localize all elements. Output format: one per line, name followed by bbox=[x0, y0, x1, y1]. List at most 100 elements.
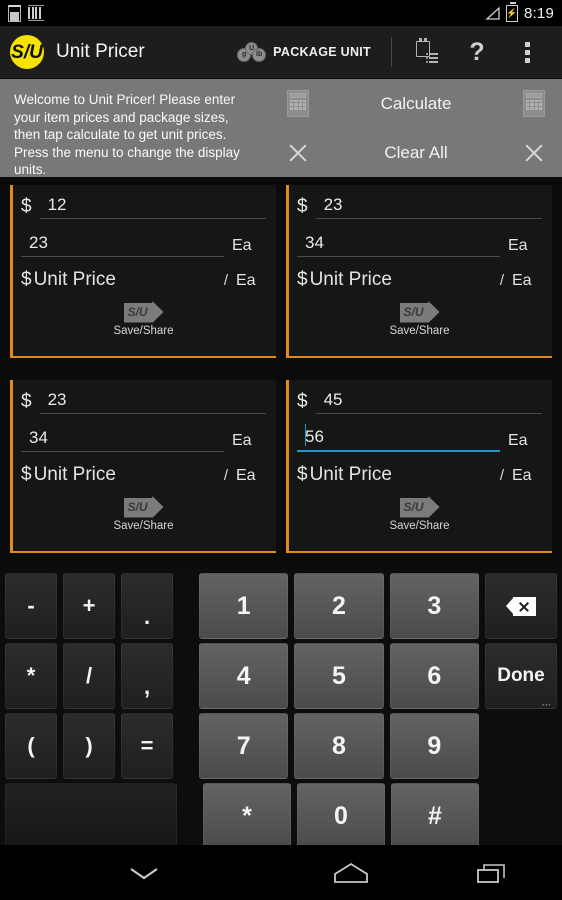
unit-price-label: Unit Price bbox=[33, 269, 116, 290]
overflow-menu-button[interactable] bbox=[502, 26, 552, 79]
unit-price-unit: Ea bbox=[236, 467, 256, 484]
size-unit-label[interactable]: Ea bbox=[508, 235, 542, 257]
keyboard-row: ( ) = 7 8 9 bbox=[5, 713, 557, 779]
item-card-grid: $ 12 23 Ea $ Unit Price / Ea S/U Save/Sh… bbox=[0, 177, 562, 553]
unit-price-row: $ Unit Price / Ea bbox=[21, 464, 266, 486]
hide-keyboard-button[interactable] bbox=[0, 864, 281, 882]
item-card[interactable]: $ 23 34 Ea $ Unit Price / Ea S/U Save/Sh… bbox=[10, 380, 276, 553]
calculate-icon-left[interactable] bbox=[270, 79, 326, 128]
divider-symbol: / bbox=[223, 272, 228, 289]
welcome-action-grid: Calculate Clear All bbox=[270, 79, 562, 177]
save-share-button[interactable]: S/U Save/Share bbox=[297, 496, 542, 532]
key-6[interactable]: 6 bbox=[389, 643, 479, 709]
key-3[interactable]: 3 bbox=[389, 573, 479, 639]
size-input[interactable]: 34 bbox=[21, 426, 224, 452]
save-share-icon-text: S/U bbox=[403, 305, 424, 319]
keyboard-spacer bbox=[485, 713, 557, 779]
package-unit-button[interactable]: g U lb PACKAGE UNIT bbox=[227, 41, 381, 63]
price-input[interactable]: 45 bbox=[315, 388, 542, 414]
keyboard-row: - + . 1 2 3 bbox=[5, 573, 557, 639]
unit-price-label: Unit Price bbox=[33, 464, 116, 485]
currency-symbol: $ bbox=[21, 464, 32, 485]
key-9[interactable]: 9 bbox=[389, 713, 479, 779]
key-7[interactable]: 7 bbox=[199, 713, 289, 779]
key-hash[interactable]: # bbox=[391, 783, 479, 849]
size-unit-label[interactable]: Ea bbox=[232, 430, 266, 452]
key-8[interactable]: 8 bbox=[294, 713, 384, 779]
unit-price-unit: Ea bbox=[512, 467, 532, 484]
size-input[interactable]: 23 bbox=[21, 231, 224, 257]
key-backspace[interactable] bbox=[484, 573, 557, 639]
price-input[interactable]: 23 bbox=[315, 193, 542, 219]
close-x-icon bbox=[524, 143, 544, 163]
calculator-icon bbox=[287, 90, 309, 117]
key-1[interactable]: 1 bbox=[199, 573, 289, 639]
currency-symbol: $ bbox=[21, 269, 32, 290]
save-share-button[interactable]: S/U Save/Share bbox=[21, 301, 266, 337]
recents-button[interactable] bbox=[422, 860, 562, 886]
more-vertical-icon bbox=[524, 41, 530, 63]
unit-price-row: $ Unit Price / Ea bbox=[21, 269, 266, 291]
saved-list-button[interactable] bbox=[402, 26, 452, 79]
help-button[interactable]: ? bbox=[452, 26, 502, 79]
clear-all-icon-left[interactable] bbox=[270, 128, 326, 177]
size-row: 56 Ea bbox=[297, 424, 542, 452]
divider-symbol: / bbox=[499, 467, 504, 484]
unit-price-unit: Ea bbox=[512, 272, 532, 289]
save-share-button[interactable]: S/U Save/Share bbox=[297, 301, 542, 337]
key-done[interactable]: Done bbox=[484, 643, 557, 710]
price-value: 45 bbox=[323, 390, 343, 409]
status-bar: ⚡ 8:19 bbox=[0, 0, 562, 26]
item-card[interactable]: $ 23 34 Ea $ Unit Price / Ea S/U Save/Sh… bbox=[286, 185, 552, 358]
clear-all-icon-right[interactable] bbox=[506, 128, 562, 177]
welcome-message: Welcome to Unit Pricer! Please enter you… bbox=[14, 92, 240, 177]
key-slash[interactable]: / bbox=[63, 643, 115, 709]
clock: 8:19 bbox=[524, 4, 554, 22]
currency-symbol: $ bbox=[297, 269, 308, 290]
size-input[interactable]: 34 bbox=[297, 231, 500, 257]
home-button[interactable] bbox=[281, 860, 422, 886]
key-asterisk[interactable]: * bbox=[5, 643, 57, 709]
price-input[interactable]: 12 bbox=[39, 193, 266, 219]
calculate-icon-right[interactable] bbox=[506, 79, 562, 128]
key-star[interactable]: * bbox=[203, 783, 291, 849]
clear-all-label: Clear All bbox=[384, 142, 448, 162]
key-blank[interactable] bbox=[5, 783, 177, 849]
key-period[interactable]: . bbox=[121, 573, 173, 639]
battery-charging-icon: ⚡ bbox=[506, 2, 518, 22]
size-value: 56 bbox=[305, 427, 324, 446]
size-input[interactable]: 56 bbox=[297, 424, 500, 452]
coin-lb: lb bbox=[252, 47, 267, 62]
clear-all-button[interactable]: Clear All bbox=[326, 128, 506, 177]
key-5[interactable]: 5 bbox=[294, 643, 384, 709]
size-unit-label[interactable]: Ea bbox=[232, 235, 266, 257]
size-unit-label[interactable]: Ea bbox=[508, 430, 542, 452]
calculate-button[interactable]: Calculate bbox=[326, 79, 506, 128]
key-4[interactable]: 4 bbox=[199, 643, 289, 709]
key-comma[interactable]: , bbox=[121, 643, 173, 709]
key-minus[interactable]: - bbox=[5, 573, 57, 639]
item-card[interactable]: $ 45 56 Ea $ Unit Price / Ea S/U Save/Sh… bbox=[286, 380, 552, 553]
key-0[interactable]: 0 bbox=[297, 783, 385, 849]
save-share-button[interactable]: S/U Save/Share bbox=[21, 496, 266, 532]
key-equals[interactable]: = bbox=[121, 713, 173, 779]
price-value: 23 bbox=[323, 195, 343, 214]
signal-icon bbox=[485, 6, 500, 20]
page-title: Unit Pricer bbox=[56, 41, 145, 62]
key-paren-open[interactable]: ( bbox=[5, 713, 57, 779]
package-unit-label: PACKAGE UNIT bbox=[273, 45, 371, 59]
question-mark-icon: ? bbox=[469, 37, 485, 66]
price-row: $ 23 bbox=[21, 388, 266, 414]
price-input[interactable]: 23 bbox=[39, 388, 266, 414]
key-2[interactable]: 2 bbox=[294, 573, 384, 639]
android-screen: ⚡ 8:19 S/U Unit Pricer g U lb PACKAGE UN… bbox=[0, 0, 562, 900]
item-card[interactable]: $ 12 23 Ea $ Unit Price / Ea S/U Save/Sh… bbox=[10, 185, 276, 358]
app-logo: S/U bbox=[10, 35, 44, 69]
card-row: $ 23 34 Ea $ Unit Price / Ea S/U Save/Sh… bbox=[10, 380, 552, 553]
keyboard-gap bbox=[179, 573, 193, 639]
key-plus[interactable]: + bbox=[63, 573, 115, 639]
calculator-icon bbox=[523, 90, 545, 117]
key-paren-close[interactable]: ) bbox=[63, 713, 115, 779]
action-bar-divider bbox=[391, 37, 392, 67]
save-share-icon: S/U bbox=[123, 496, 164, 518]
